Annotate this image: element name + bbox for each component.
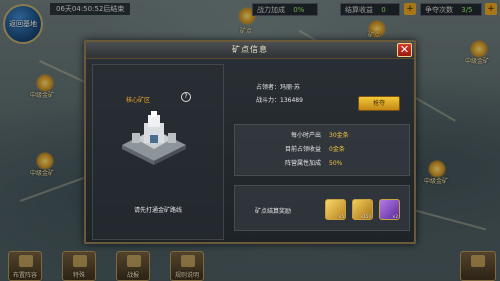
- reward-count: ×2: [392, 214, 398, 219]
- route-hint: 请先打通金矿路线: [133, 207, 182, 214]
- seize-button[interactable]: 抢夺: [358, 96, 400, 111]
- card-reward[interactable]: ×2: [379, 199, 400, 220]
- mine-info-dialog: 矿点信息 ✕ 核心矿区 ? 请先打通金矿路线 占领者：玛丽·苏 战斗力：1364…: [84, 40, 416, 244]
- stat-value: 30金条: [329, 132, 349, 139]
- stat-row: 每小时产出 30金条: [235, 131, 411, 141]
- stat-row: 目前占领收益 0金条: [235, 145, 411, 155]
- reward-label: 矿点结算奖励: [255, 208, 292, 215]
- gold-bar-reward[interactable]: ×5: [325, 199, 346, 220]
- settle-reward-panel: 矿点结算奖励 ×5 ×150 ×2: [234, 185, 410, 231]
- combat-power-value: 136489: [280, 97, 303, 104]
- reward-count: ×150: [360, 214, 371, 219]
- combat-power-label: 战斗力：: [256, 97, 281, 104]
- stat-key: 阵营属性加成: [284, 160, 321, 167]
- combat-power: 战斗力：136489: [256, 95, 303, 104]
- stat-key: 每小时产出: [290, 132, 321, 139]
- reward-count: ×5: [338, 214, 344, 219]
- stat-value: 0金条: [329, 146, 345, 153]
- close-icon: ✕: [399, 43, 410, 56]
- stat-value: 50%: [329, 160, 343, 167]
- mine-stats-panel: 每小时产出 30金条 目前占领收益 0金条 阵营属性加成 50%: [234, 124, 410, 176]
- occupier-text: 占领者：玛丽·苏: [256, 84, 300, 91]
- stat-row: 阵营属性加成 50%: [235, 159, 411, 169]
- castle-image: [122, 111, 186, 165]
- close-button[interactable]: ✕: [397, 43, 412, 57]
- dialog-header: 矿点信息 ✕: [86, 42, 414, 59]
- info-icon[interactable]: ?: [181, 92, 191, 102]
- stat-key: 目前占领收益: [284, 146, 321, 153]
- dialog-title: 矿点信息: [232, 45, 268, 54]
- gold-pile-reward[interactable]: ×150: [352, 199, 373, 220]
- mine-name: 核心矿区: [126, 97, 151, 104]
